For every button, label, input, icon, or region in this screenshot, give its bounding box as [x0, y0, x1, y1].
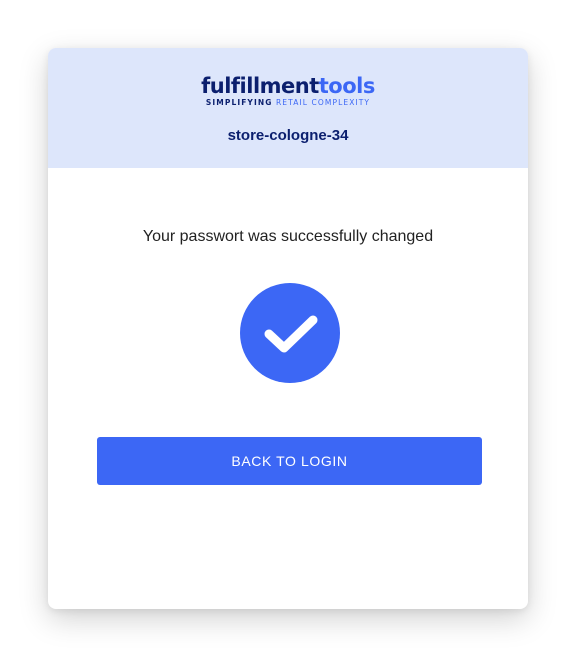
- logo-wordmark: fulfillmenttools: [48, 74, 528, 98]
- logo-tagline: SIMPLIFYING RETAIL COMPLEXITY: [48, 98, 528, 108]
- success-message: Your passwort was successfully changed: [142, 228, 434, 245]
- check-circle-icon: [240, 283, 340, 383]
- logo: fulfillmenttools SIMPLIFYING RETAIL COMP…: [48, 74, 528, 108]
- page: fulfillmenttools SIMPLIFYING RETAIL COMP…: [0, 0, 588, 669]
- back-to-login-button[interactable]: BACK TO LOGIN: [97, 437, 482, 485]
- header-wave: [48, 144, 528, 161]
- tagline-main-text: SIMPLIFYING: [205, 98, 273, 107]
- logo-main-text: fulfillment: [201, 74, 319, 98]
- tagline-accent-text: RETAIL COMPLEXITY: [275, 98, 371, 107]
- logo-accent-text: tools: [318, 74, 376, 98]
- store-name: store-cologne-34: [227, 127, 349, 144]
- password-changed-card: fulfillmenttools SIMPLIFYING RETAIL COMP…: [48, 48, 528, 609]
